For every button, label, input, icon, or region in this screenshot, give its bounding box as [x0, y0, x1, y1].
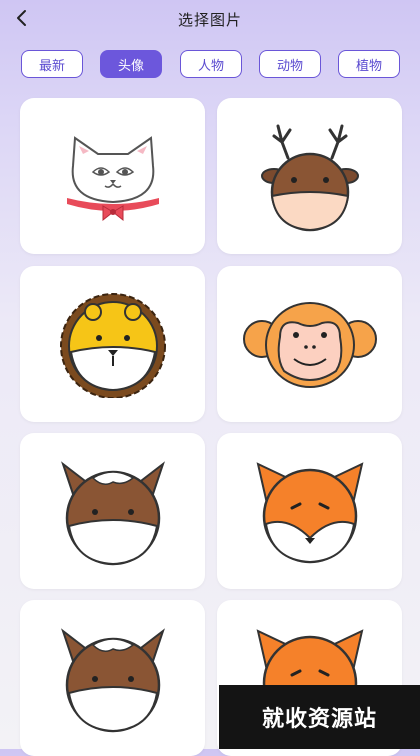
lion-icon	[59, 293, 166, 398]
gallery-item-lion[interactable]	[20, 266, 205, 422]
monkey-icon	[242, 302, 377, 388]
gallery-item-horse-2[interactable]	[20, 600, 205, 756]
tab-people[interactable]: 人物	[180, 50, 242, 78]
gallery-item-cat[interactable]	[20, 98, 205, 254]
gallery-item-monkey[interactable]	[217, 266, 402, 422]
deer-icon	[260, 124, 359, 232]
gallery-item-horse[interactable]	[20, 433, 205, 589]
cat-icon	[66, 136, 159, 222]
tab-plants[interactable]: 植物	[338, 50, 400, 78]
tab-avatar[interactable]: 头像	[100, 50, 162, 78]
top-bar: 选择图片	[0, 0, 420, 40]
horse-icon	[60, 628, 165, 733]
fox-icon	[256, 462, 363, 564]
gallery-item-deer[interactable]	[217, 98, 402, 254]
tab-animals[interactable]: 动物	[259, 50, 321, 78]
gallery-item-fox[interactable]	[217, 433, 402, 589]
horse-icon	[60, 461, 165, 566]
page-title: 选择图片	[177, 11, 242, 29]
watermark-banner: 就收资源站	[219, 685, 420, 749]
tab-latest[interactable]: 最新	[21, 50, 83, 78]
category-tabs: 最新 头像 人物 动物 植物	[0, 50, 420, 80]
